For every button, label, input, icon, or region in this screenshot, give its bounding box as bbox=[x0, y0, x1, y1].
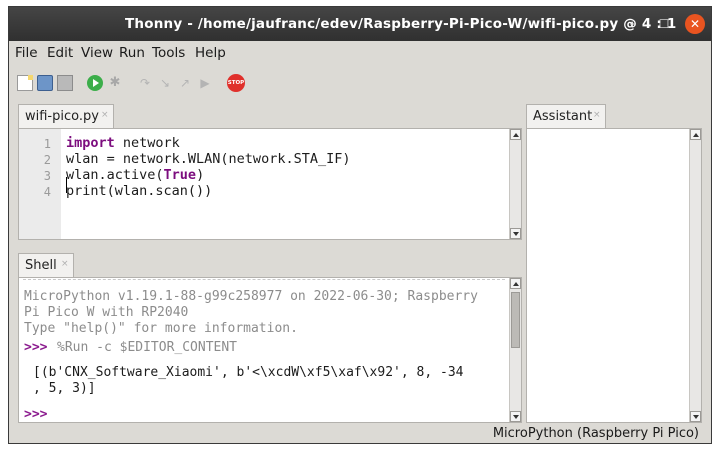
menu-bar: File Edit View Run Tools Help bbox=[9, 41, 711, 66]
shell-output: [(b'CNX_Software_Xiaomi', b'<\xcdW\xf5\x… bbox=[33, 365, 464, 380]
open-file-icon[interactable] bbox=[37, 75, 53, 91]
scroll-down-icon[interactable] bbox=[690, 411, 701, 422]
close-tab-icon[interactable]: × bbox=[593, 110, 601, 120]
keyword: import bbox=[66, 135, 115, 151]
scroll-thumb[interactable] bbox=[511, 292, 520, 348]
menu-tools[interactable]: Tools bbox=[152, 45, 185, 61]
tab-shell[interactable]: Shell × bbox=[18, 253, 74, 278]
menu-view[interactable]: View bbox=[81, 45, 113, 61]
shell-banner: Pi Pico W with RP2040 bbox=[24, 305, 189, 320]
save-file-icon[interactable] bbox=[57, 75, 73, 91]
shell-tab-label: Shell bbox=[25, 258, 57, 273]
title-bar[interactable]: Thonny - /home/jaufranc/edev/Raspberry-P… bbox=[9, 7, 711, 41]
scroll-up-icon[interactable] bbox=[510, 278, 521, 289]
shell-banner: Type "help()" for more information. bbox=[24, 321, 298, 336]
toolbar: ✱ ↷ ↘ ↗ ▶ STOP bbox=[9, 67, 711, 99]
interpreter-status[interactable]: MicroPython (Raspberry Pi Pico) bbox=[493, 426, 699, 441]
code-line[interactable]: wlan.active(True) bbox=[66, 167, 204, 183]
scroll-down-icon[interactable] bbox=[510, 411, 521, 422]
resume-icon[interactable]: ▶ bbox=[197, 75, 213, 91]
code-line[interactable]: print(wlan.scan()) bbox=[66, 183, 212, 199]
shell-separator bbox=[23, 279, 505, 280]
debug-icon[interactable]: ✱ bbox=[107, 75, 123, 91]
menu-file[interactable]: File bbox=[15, 45, 38, 61]
line-number: 3 bbox=[43, 169, 51, 183]
text-cursor bbox=[66, 177, 67, 193]
thonny-window: Thonny - /home/jaufranc/edev/Raspberry-P… bbox=[8, 6, 712, 444]
minimize-icon[interactable]: – bbox=[623, 14, 643, 34]
code-text: network bbox=[114, 135, 180, 151]
code-line[interactable]: import network bbox=[66, 135, 180, 151]
new-file-icon[interactable] bbox=[17, 75, 33, 91]
step-out-icon[interactable]: ↗ bbox=[177, 75, 193, 91]
menu-edit[interactable]: Edit bbox=[47, 45, 73, 61]
editor-tab-label: wifi-pico.py bbox=[25, 109, 99, 124]
menu-run[interactable]: Run bbox=[119, 45, 145, 61]
tab-assistant[interactable]: Assistant × bbox=[526, 104, 606, 129]
assistant-scrollbar[interactable] bbox=[689, 129, 701, 422]
step-into-icon[interactable]: ↘ bbox=[157, 75, 173, 91]
menu-help[interactable]: Help bbox=[195, 45, 226, 61]
code-editor[interactable]: 1 2 3 4 import network wlan = network.WL… bbox=[18, 128, 522, 240]
code-text: ) bbox=[196, 167, 205, 183]
run-icon[interactable] bbox=[87, 75, 103, 91]
line-number: 2 bbox=[43, 153, 51, 167]
assistant-panel[interactable] bbox=[526, 128, 702, 423]
scroll-up-icon[interactable] bbox=[690, 129, 701, 140]
shell-scrollbar[interactable] bbox=[509, 278, 521, 422]
shell-banner: MicroPython v1.19.1-88-g99c258977 on 202… bbox=[24, 289, 478, 304]
close-icon[interactable]: ✕ bbox=[685, 14, 705, 34]
close-tab-icon[interactable]: × bbox=[61, 259, 69, 269]
stop-icon[interactable]: STOP bbox=[227, 74, 245, 92]
scroll-up-icon[interactable] bbox=[510, 129, 521, 140]
code-text: wlan.active( bbox=[66, 167, 164, 183]
close-tab-icon[interactable]: × bbox=[101, 110, 109, 120]
line-number-gutter: 1 2 3 4 bbox=[19, 129, 61, 239]
tab-wifi-pico[interactable]: wifi-pico.py × bbox=[18, 104, 114, 129]
step-over-icon[interactable]: ↷ bbox=[137, 75, 153, 91]
shell-input-prompt[interactable]: >>> bbox=[24, 407, 47, 422]
line-number: 1 bbox=[43, 137, 51, 151]
maximize-icon[interactable]: ☐ bbox=[654, 14, 674, 34]
shell-output: , 5, 3)] bbox=[33, 381, 96, 396]
scroll-down-icon[interactable] bbox=[510, 228, 521, 239]
shell-console[interactable]: MicroPython v1.19.1-88-g99c258977 on 202… bbox=[18, 277, 522, 423]
shell-prompt: >>> bbox=[24, 340, 48, 355]
editor-scrollbar[interactable] bbox=[509, 129, 521, 239]
window-title: Thonny - /home/jaufranc/edev/Raspberry-P… bbox=[125, 16, 677, 32]
assistant-tab-label: Assistant bbox=[533, 109, 593, 124]
keyword: True bbox=[163, 167, 197, 183]
shell-command: %Run -c $EDITOR_CONTENT bbox=[57, 340, 238, 355]
code-line[interactable]: wlan = network.WLAN(network.STA_IF) bbox=[66, 151, 350, 167]
line-number: 4 bbox=[43, 185, 51, 199]
